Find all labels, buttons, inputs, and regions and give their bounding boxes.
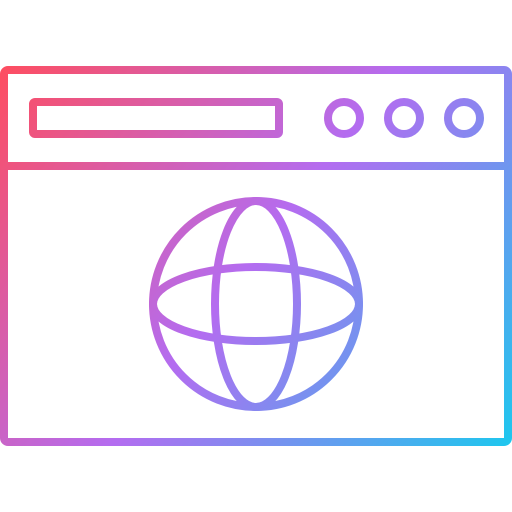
browser-globe-icon — [0, 0, 512, 512]
address-bar — [29, 98, 283, 138]
browser-window-frame — [0, 66, 512, 446]
window-control-circle-3 — [444, 98, 484, 138]
globe-outline — [149, 197, 363, 411]
globe-equator — [149, 263, 363, 345]
window-control-circle-1 — [324, 98, 364, 138]
globe-meridian — [211, 197, 301, 411]
globe-icon — [149, 197, 363, 411]
browser-globe-graphic — [0, 66, 512, 446]
window-control-circle-2 — [384, 98, 424, 138]
